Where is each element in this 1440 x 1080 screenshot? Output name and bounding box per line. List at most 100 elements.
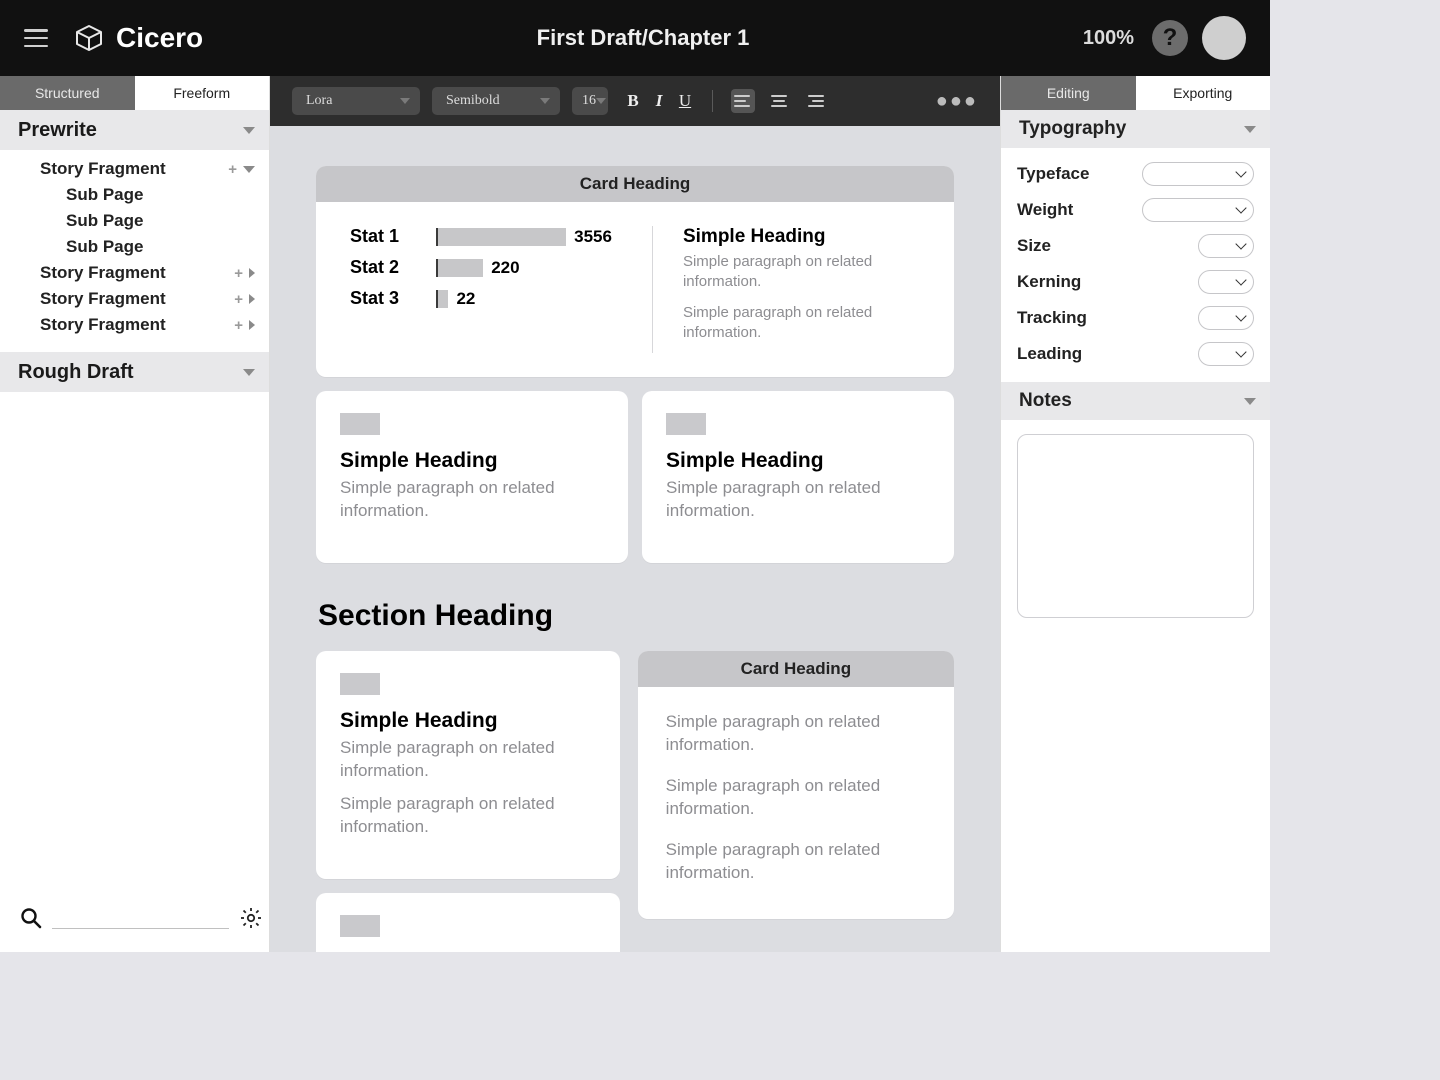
card-heading: Card Heading <box>316 166 954 202</box>
stat-label: Stat 3 <box>350 288 420 309</box>
simple-heading: Simple Heading <box>666 449 930 473</box>
chevron-right-icon[interactable] <box>249 294 255 304</box>
formatting-toolbar: Lora Semibold 16 B I U ●●● <box>270 76 1000 126</box>
tree-item-fragment[interactable]: Story Fragment + <box>0 156 269 182</box>
weight-select-value: Semibold <box>446 93 500 109</box>
chevron-down-icon <box>1235 274 1246 285</box>
tree-item-label: Sub Page <box>66 237 143 257</box>
chevron-right-icon[interactable] <box>249 268 255 278</box>
search-input[interactable] <box>52 907 229 929</box>
chevron-down-icon <box>400 98 410 104</box>
chevron-down-icon <box>1244 126 1256 133</box>
align-left-button[interactable] <box>731 89 755 113</box>
avatar[interactable] <box>1202 16 1246 60</box>
prop-label: Leading <box>1017 344 1082 364</box>
plus-icon[interactable]: + <box>234 291 243 308</box>
brand-name: Cicero <box>116 22 203 54</box>
stat-label: Stat 1 <box>350 226 420 247</box>
tree-item-subpage[interactable]: Sub Page <box>0 182 269 208</box>
thumbnail-placeholder <box>666 413 706 435</box>
stats-side: Simple Heading Simple paragraph on relat… <box>652 226 920 353</box>
tree-item-fragment[interactable]: Story Fragment + <box>0 312 269 338</box>
stats-block: Stat 1 3556 Stat 2 220 Stat 3 22 <box>350 226 612 353</box>
chevron-down-icon[interactable] <box>243 166 255 173</box>
left-panel: Structured Freeform Prewrite Story Fragm… <box>0 76 270 952</box>
simple-paragraph: Simple paragraph on related information. <box>340 737 596 783</box>
left-footer <box>0 890 269 952</box>
chevron-right-icon[interactable] <box>249 320 255 330</box>
size-select[interactable] <box>1198 234 1254 258</box>
notes-title: Notes <box>1019 390 1072 412</box>
chevron-down-icon <box>596 98 606 104</box>
card-heading: Card Heading <box>638 651 954 687</box>
size-select[interactable]: 16 <box>572 87 608 115</box>
tree-item-label: Story Fragment <box>40 315 166 335</box>
align-center-button[interactable] <box>767 89 791 113</box>
plus-icon[interactable]: + <box>234 317 243 334</box>
stat-label: Stat 2 <box>350 257 420 278</box>
tab-exporting[interactable]: Exporting <box>1136 76 1271 110</box>
more-icon[interactable]: ●●● <box>936 90 978 113</box>
tree-item-fragment[interactable]: Story Fragment + <box>0 286 269 312</box>
stat-value: 220 <box>491 258 519 278</box>
left-tabs: Structured Freeform <box>0 76 269 110</box>
simple-paragraph: Simple paragraph on related information. <box>340 793 596 839</box>
canvas[interactable]: Card Heading Stat 1 3556 Stat 2 220 Stat… <box>270 126 1000 952</box>
help-button[interactable]: ? <box>1152 20 1188 56</box>
simple-paragraph: Simple paragraph on related information. <box>666 711 926 757</box>
tree-item-subpage[interactable]: Sub Page <box>0 208 269 234</box>
simple-paragraph: Simple paragraph on related information. <box>666 477 930 523</box>
stat-row: Stat 1 3556 <box>350 226 612 247</box>
tree-item-label: Sub Page <box>66 211 143 231</box>
align-right-button[interactable] <box>803 89 827 113</box>
simple-paragraph: Simple paragraph on related information. <box>340 477 604 523</box>
kerning-select[interactable] <box>1198 270 1254 294</box>
tab-structured[interactable]: Structured <box>0 76 135 110</box>
right-panel: Editing Exporting Typography Typeface We… <box>1000 76 1270 952</box>
typeface-select[interactable] <box>1142 162 1254 186</box>
zoom-level[interactable]: 100% <box>1083 27 1134 50</box>
thumbnail-placeholder <box>340 915 380 937</box>
plus-icon[interactable]: + <box>234 265 243 282</box>
prop-tracking: Tracking <box>1001 300 1270 336</box>
chevron-down-icon <box>1235 166 1246 177</box>
stat-value: 22 <box>456 289 475 309</box>
plus-icon[interactable]: + <box>228 161 237 178</box>
typography-section[interactable]: Typography <box>1001 110 1270 148</box>
tracking-select[interactable] <box>1198 306 1254 330</box>
search-icon[interactable] <box>20 907 42 929</box>
simple-card: Simple Heading Simple paragraph on relat… <box>642 391 954 563</box>
divider <box>712 90 713 112</box>
tab-freeform[interactable]: Freeform <box>135 76 270 110</box>
underline-button[interactable]: U <box>676 91 694 111</box>
cube-icon <box>74 23 104 53</box>
menu-icon[interactable] <box>24 29 48 47</box>
prop-label: Typeface <box>1017 164 1089 184</box>
weight-select[interactable] <box>1142 198 1254 222</box>
simple-heading: Simple Heading <box>340 449 604 473</box>
document-title: First Draft/Chapter 1 <box>203 25 1083 51</box>
notes-textarea[interactable] <box>1017 434 1254 618</box>
simple-paragraph: Simple paragraph on related information. <box>666 775 926 821</box>
simple-card: Simple Heading Simple paragraph on relat… <box>316 651 620 879</box>
italic-button[interactable]: I <box>650 91 668 111</box>
thumbnail-placeholder <box>340 673 380 695</box>
simple-paragraph: Simple paragraph on related information. <box>683 252 920 293</box>
tree-item-fragment[interactable]: Story Fragment + <box>0 260 269 286</box>
prop-typeface: Typeface <box>1001 156 1270 192</box>
font-select[interactable]: Lora <box>292 87 420 115</box>
bold-button[interactable]: B <box>624 91 642 111</box>
stat-row: Stat 3 22 <box>350 288 612 309</box>
gear-icon[interactable] <box>239 906 263 930</box>
notes-section[interactable]: Notes <box>1001 382 1270 420</box>
section-heading: Section Heading <box>318 599 954 633</box>
weight-select[interactable]: Semibold <box>432 87 560 115</box>
tree-item-label: Story Fragment <box>40 263 166 283</box>
simple-card: Simple Heading <box>316 893 620 952</box>
tree-item-subpage[interactable]: Sub Page <box>0 234 269 260</box>
tab-editing[interactable]: Editing <box>1001 76 1136 110</box>
tree-item-label: Story Fragment <box>40 159 166 179</box>
section-prewrite[interactable]: Prewrite <box>0 110 269 150</box>
section-rough-draft[interactable]: Rough Draft <box>0 352 269 392</box>
leading-select[interactable] <box>1198 342 1254 366</box>
